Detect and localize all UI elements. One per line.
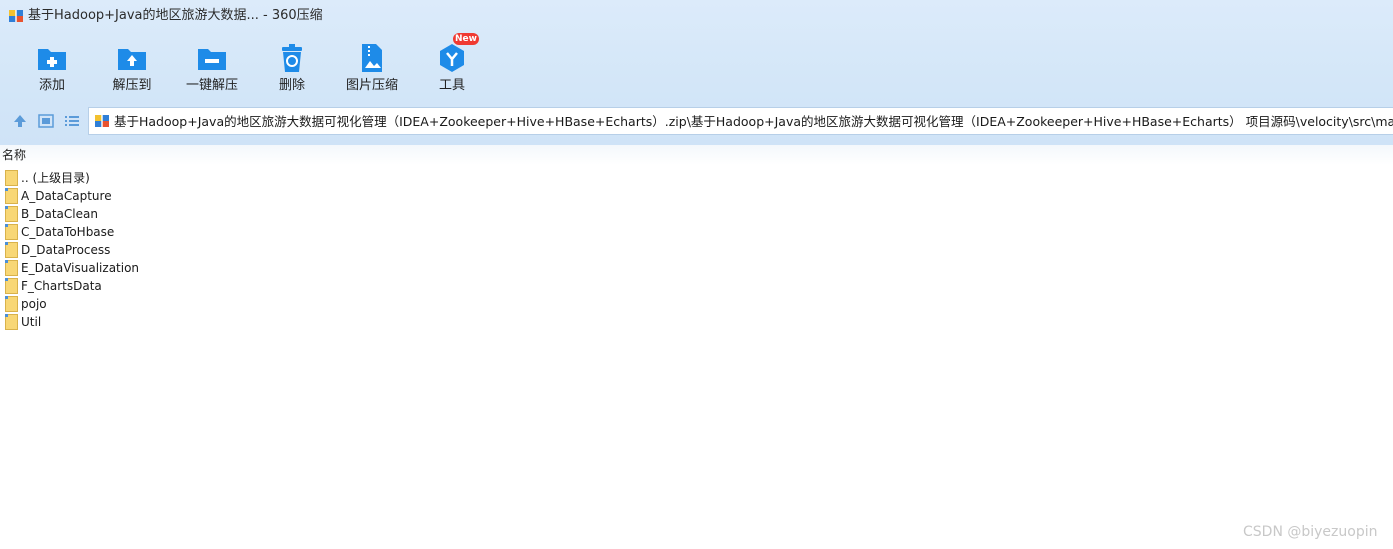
- list-item[interactable]: Util: [0, 313, 700, 331]
- image-compress-button-label: 图片压缩: [345, 78, 398, 93]
- list-item[interactable]: B_DataClean: [0, 205, 700, 223]
- delete-button-label: 删除: [278, 78, 305, 93]
- tools-icon: [440, 44, 464, 72]
- list-item-name: C_DataToHbase: [21, 225, 115, 239]
- delete-button[interactable]: 删除: [255, 38, 329, 98]
- extract-to-button-label: 解压到: [112, 78, 152, 93]
- add-button-label: 添加: [38, 78, 65, 93]
- add-button[interactable]: 添加: [15, 38, 89, 98]
- tools-button[interactable]: 工具: [415, 38, 489, 98]
- image-compress-icon: [362, 44, 382, 72]
- one-click-extract-button-label: 一键解压: [185, 78, 238, 93]
- folder-icon: [5, 314, 18, 330]
- window-title: 基于Hadoop+Java的地区旅游大数据... - 360压缩: [28, 8, 323, 23]
- list-item[interactable]: E_DataVisualization: [0, 259, 700, 277]
- folder-icon: [5, 224, 18, 240]
- list-item-name: E_DataVisualization: [21, 261, 140, 275]
- list-item[interactable]: D_DataProcess: [0, 241, 700, 259]
- new-badge: New: [453, 33, 479, 45]
- folder-icon: [5, 188, 18, 204]
- list-item[interactable]: C_DataToHbase: [0, 223, 700, 241]
- list-item[interactable]: A_DataCapture: [0, 187, 700, 205]
- archive-icon: [95, 115, 109, 127]
- up-arrow-icon[interactable]: [12, 113, 28, 129]
- extract-to-icon: [118, 49, 146, 70]
- archive-icon: [9, 10, 23, 22]
- extract-to-button[interactable]: 解压到: [95, 38, 169, 98]
- image-compress-button[interactable]: 图片压缩: [335, 38, 409, 98]
- list-item-name: F_ChartsData: [21, 279, 102, 293]
- add-folder-icon: [38, 49, 66, 70]
- list-view-icon[interactable]: [64, 113, 80, 129]
- thumbnail-view-icon[interactable]: [38, 113, 54, 129]
- address-bar[interactable]: 基于Hadoop+Java的地区旅游大数据可视化管理（IDEA+Zookeepe…: [88, 107, 1393, 135]
- folder-icon: [5, 296, 18, 312]
- title-bar[interactable]: 基于Hadoop+Java的地区旅游大数据... - 360压缩: [0, 0, 1393, 32]
- list-item[interactable]: pojo: [0, 295, 700, 313]
- list-item-name: D_DataProcess: [21, 243, 111, 257]
- tools-button-label: 工具: [438, 78, 465, 93]
- list-item[interactable]: F_ChartsData: [0, 277, 700, 295]
- folder-icon: [5, 206, 18, 222]
- column-name-header[interactable]: 名称: [2, 148, 26, 162]
- address-path: 基于Hadoop+Java的地区旅游大数据可视化管理（IDEA+Zookeepe…: [114, 114, 1393, 129]
- list-item[interactable]: .. (上级目录): [0, 169, 700, 187]
- list-item-name: Util: [21, 315, 42, 329]
- list-item-name: pojo: [21, 297, 47, 311]
- column-header: 名称: [0, 145, 1393, 165]
- list-item-name: .. (上级目录): [21, 171, 90, 185]
- list-item-name: A_DataCapture: [21, 189, 112, 203]
- folder-icon: [5, 260, 18, 276]
- list-item-name: B_DataClean: [21, 207, 98, 221]
- trash-icon: [282, 44, 302, 72]
- one-click-extract-button[interactable]: 一键解压: [175, 38, 249, 98]
- folder-icon: [5, 242, 18, 258]
- folder-icon: [5, 170, 18, 186]
- file-list: .. (上级目录) A_DataCapture B_DataClean C_Da…: [0, 169, 700, 331]
- watermark: CSDN @biyezuopin: [1243, 524, 1378, 540]
- folder-icon: [5, 278, 18, 294]
- one-click-extract-icon: [198, 49, 226, 70]
